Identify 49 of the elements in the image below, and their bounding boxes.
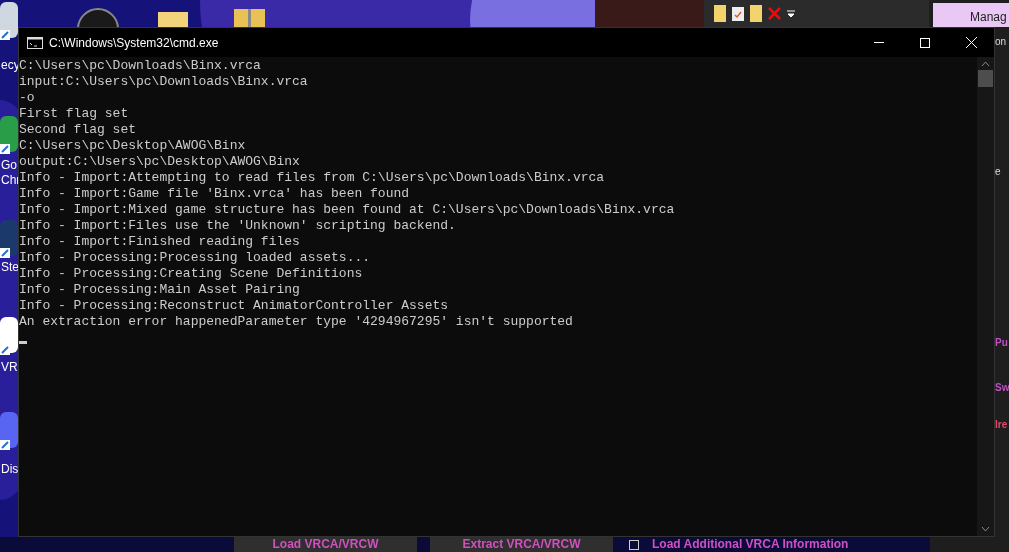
console-line: Info - Processing:Creating Scene Definitions xyxy=(19,266,363,282)
app-button[interactable]: Load VRCA/VRCW xyxy=(234,537,417,552)
scrollbar-thumb[interactable] xyxy=(978,70,993,87)
manage-tab[interactable]: Manag xyxy=(933,3,1009,27)
icon-label: Ste xyxy=(1,260,19,275)
icon-label: VR xyxy=(1,360,18,375)
console-line: Second flag set xyxy=(19,122,137,138)
app-icon[interactable] xyxy=(0,218,18,258)
console-line: First flag set xyxy=(19,106,129,122)
console-line: Info - Import:Finished reading files xyxy=(19,234,300,250)
app-icon[interactable] xyxy=(0,315,18,355)
icon-label: Chr xyxy=(1,173,21,188)
checkbox[interactable] xyxy=(629,539,639,550)
console-line: Info - Processing:Reconstruct AnimatorController Assets xyxy=(19,298,449,314)
app-button[interactable]: Extract VRCA/VRCW xyxy=(430,537,613,552)
text-cursor xyxy=(19,341,27,344)
console-line: Info - Processing:Processing loaded assets... xyxy=(19,250,371,266)
minimize-icon xyxy=(874,42,884,43)
panel-text: Sw xyxy=(995,381,1009,394)
console-line: Info - Import:Game file 'Binx.vrca' has been found xyxy=(19,186,410,202)
app-icon[interactable] xyxy=(0,410,18,450)
app-icon[interactable] xyxy=(0,114,18,154)
console-line: An extraction error happenedParameter type '4294967295' isn't supported xyxy=(19,314,573,330)
document-check-icon[interactable] xyxy=(732,6,744,21)
console-line: C:\Users\pc\Desktop\AWOG\Binx xyxy=(19,138,246,154)
app-icon[interactable] xyxy=(0,0,18,40)
scroll-up-icon[interactable] xyxy=(981,61,990,67)
panel-text: on xyxy=(995,35,1007,48)
close-icon xyxy=(965,37,977,48)
console-line: -o xyxy=(19,90,35,106)
icon-label: Dis xyxy=(1,462,19,477)
panel-text: lre xyxy=(995,418,1008,431)
console-line: input:C:\Users\pc\Downloads\Binx.vrca xyxy=(19,74,308,90)
checkbox-label: Load Additional VRCA Information xyxy=(652,537,849,552)
window-title: C:\Windows\System32\cmd.exe xyxy=(49,34,219,52)
icon-label: Go xyxy=(1,158,18,173)
dropdown-icon[interactable] xyxy=(787,9,795,18)
console-line: C:\Users\pc\Downloads\Binx.vrca xyxy=(19,58,261,74)
delete-icon[interactable] xyxy=(768,7,781,20)
console-line: output:C:\Users\pc\Desktop\AWOG\Binx xyxy=(19,154,300,170)
console-line: Info - Processing:Main Asset Pairing xyxy=(19,282,300,298)
maximize-icon xyxy=(920,37,930,48)
panel-text: e xyxy=(995,165,1001,178)
console-line: Info - Import:Attempting to read files from C:\Users\pc\Downloads\Binx.vrca xyxy=(19,170,605,186)
console-line: Info - Import:Mixed game structure has been found at C:\Users\pc\Downloads\Binx.vrca xyxy=(19,202,675,218)
console-icon xyxy=(27,36,43,49)
console-line: Info - Import:Files use the 'Unknown' scripting backend. xyxy=(19,218,456,234)
scroll-down-icon[interactable] xyxy=(981,526,990,532)
panel-text: Pu xyxy=(995,336,1008,349)
